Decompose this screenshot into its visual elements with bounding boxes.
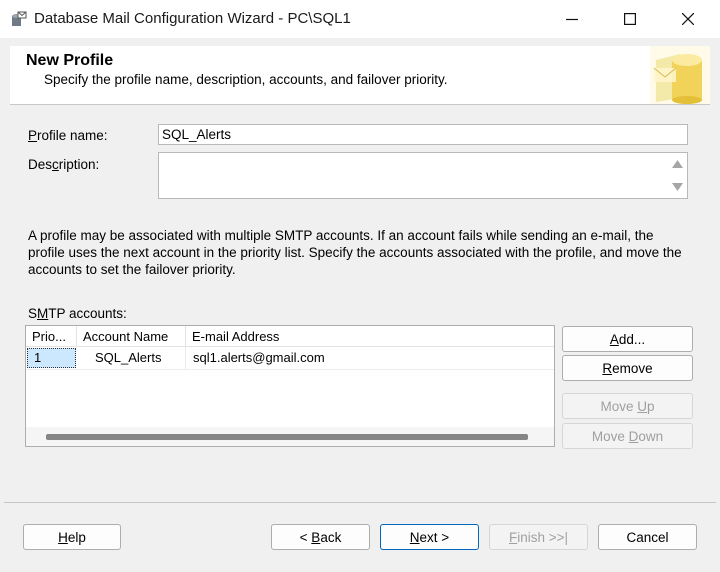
scrollbar-thumb[interactable] <box>46 434 528 440</box>
column-header-priority[interactable]: Prio... <box>32 329 66 344</box>
database-graphic-icon <box>650 46 710 104</box>
back-button[interactable]: < Back <box>271 524 370 550</box>
column-header-email[interactable]: E-mail Address <box>192 329 279 344</box>
minimize-button[interactable] <box>543 0 601 38</box>
scroll-arrows-icon <box>672 160 683 191</box>
wizard-body <box>0 38 720 572</box>
database-mail-icon <box>12 11 27 26</box>
priority-value: 1 <box>34 350 42 365</box>
footer-separator <box>4 502 716 503</box>
help-button[interactable]: Help <box>23 524 121 550</box>
email-cell: sql1.alerts@gmail.com <box>193 350 325 365</box>
profile-name-input[interactable]: SQL_Alerts <box>158 124 688 145</box>
next-button[interactable]: Next > <box>380 524 479 550</box>
window-title: Database Mail Configuration Wizard - PC\… <box>34 10 351 27</box>
close-button[interactable] <box>659 0 717 38</box>
smtp-accounts-label: SMTP accounts: <box>28 306 127 321</box>
cancel-button[interactable]: Cancel <box>598 524 697 550</box>
column-divider[interactable] <box>185 326 186 346</box>
table-row[interactable]: 1 SQL_Alerts sql1.alerts@gmail.com <box>26 347 554 370</box>
page-subtitle: Specify the profile name, description, a… <box>44 72 448 87</box>
column-divider[interactable] <box>76 326 77 346</box>
smtp-accounts-grid[interactable]: Prio... Account Name E-mail Address 1 SQ… <box>25 325 555 447</box>
info-text: A profile may be associated with multipl… <box>28 228 682 277</box>
description-scrollbar[interactable] <box>669 154 686 197</box>
minimize-icon <box>566 18 578 21</box>
finish-button[interactable]: Finish >>| <box>489 524 588 550</box>
maximize-button[interactable] <box>601 0 659 38</box>
profile-name-label: Profile name: <box>28 128 108 143</box>
maximize-icon <box>624 13 636 25</box>
remove-button[interactable]: Remove <box>562 355 693 381</box>
account-name-cell: SQL_Alerts <box>95 350 162 365</box>
close-icon <box>682 13 694 25</box>
horizontal-scrollbar[interactable] <box>26 427 554 446</box>
description-label: Description: <box>28 157 100 172</box>
column-divider <box>185 347 186 369</box>
grid-header-row: Prio... Account Name E-mail Address <box>26 326 554 347</box>
move-down-button[interactable]: Move Down <box>562 423 693 449</box>
page-title: New Profile <box>26 52 114 69</box>
column-header-account-name[interactable]: Account Name <box>83 329 168 344</box>
add-button[interactable]: Add... <box>562 326 693 352</box>
description-textarea[interactable] <box>158 152 688 199</box>
move-up-button[interactable]: Move Up <box>562 393 693 419</box>
